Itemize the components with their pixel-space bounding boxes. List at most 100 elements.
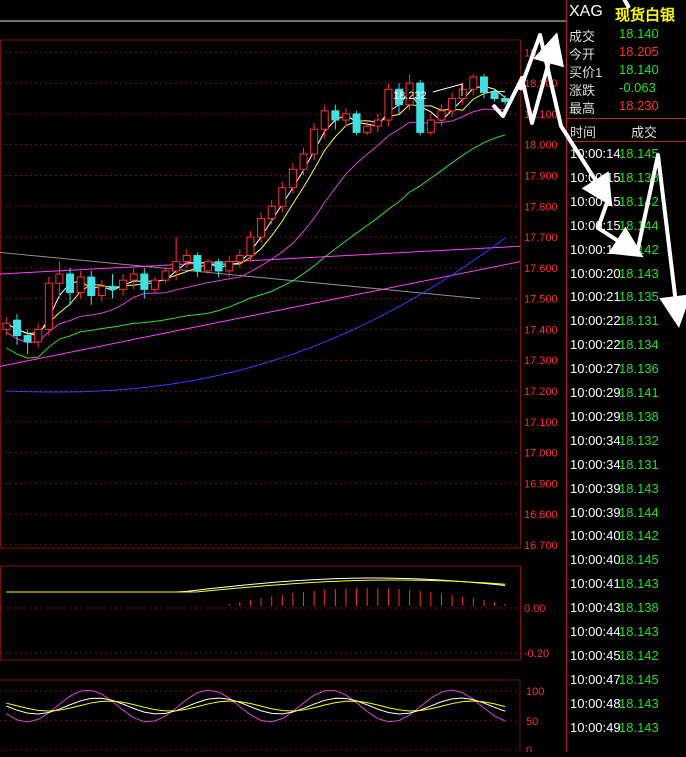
- tick-time: 10:00:41: [570, 576, 621, 592]
- tick-row[interactable]: 10:00:22 18.134: [567, 337, 686, 360]
- tick-row[interactable]: 10:00:43 18.138: [567, 600, 686, 623]
- tick-time: 10:00:21: [570, 289, 621, 305]
- tick-time: 10:00:47: [570, 671, 621, 687]
- tick-row[interactable]: 10:00:20 18.143: [567, 266, 686, 289]
- tick-price: 18.143: [619, 624, 659, 639]
- price-tick-label: 18.300: [524, 47, 558, 59]
- candle-body: [479, 76, 488, 93]
- tick-price: 18.143: [619, 719, 659, 735]
- tick-row[interactable]: 10:00:34 18.132: [567, 433, 686, 456]
- candle-body: [55, 273, 64, 284]
- tick-price: 18.142: [619, 647, 659, 663]
- tick-row[interactable]: 10:00:34 18.131: [567, 457, 686, 480]
- price-tick-label: 17.600: [524, 263, 558, 275]
- tick-row[interactable]: 10:00:27 18.136: [567, 361, 686, 384]
- price-tick-label: 16.800: [524, 509, 558, 521]
- quote-row: 最高 18.230: [567, 98, 686, 116]
- macd-tick-label: 0.00: [524, 603, 545, 615]
- candle-body: [426, 119, 435, 133]
- quote-value: 18.140: [619, 62, 659, 77]
- ma20-line: [6, 108, 506, 344]
- high-price-label: 18.232: [393, 90, 427, 102]
- tick-price: 18.143: [619, 695, 659, 711]
- tick-row[interactable]: 10:00:48 18.143: [567, 696, 686, 719]
- candle-body: [193, 255, 202, 272]
- quote-label: 今开: [569, 47, 596, 62]
- tick-time: 10:00:15: [570, 217, 621, 233]
- tick-row[interactable]: 10:00:29 18.141: [567, 385, 686, 408]
- kline-chart[interactable]: 18.300 18.200 18.100 18.000 17.900 17.800 17.7…: [0, 0, 566, 757]
- quote-label: 成交: [569, 29, 596, 44]
- tick-price: 18.141: [619, 385, 659, 400]
- tick-row[interactable]: 10:00:39 18.143: [567, 481, 686, 504]
- quote-label: 涨跌: [569, 83, 596, 98]
- price-tick-label: 17.500: [524, 294, 558, 306]
- candle-body: [458, 88, 467, 99]
- tick-header-price: 成交: [631, 125, 658, 140]
- candle-body: [437, 110, 446, 121]
- tick-row[interactable]: 10:00:44 18.143: [567, 624, 686, 647]
- tick-price: 18.138: [619, 600, 659, 616]
- high-marker-line: [432, 83, 463, 96]
- price-tick-label: 17.300: [524, 355, 558, 367]
- tick-price: 18.143: [619, 576, 659, 592]
- tick-row[interactable]: 10:00:40 18.142: [567, 528, 686, 551]
- candle-body: [23, 335, 32, 343]
- tick-row[interactable]: 10:00:15 18.138: [567, 170, 686, 193]
- price-tick-label: 17.900: [524, 170, 558, 182]
- candle-body: [225, 261, 234, 272]
- tick-time: 10:00:14: [570, 146, 621, 161]
- candle-body: [352, 113, 361, 133]
- tick-price: 18.144: [619, 217, 659, 233]
- chart-canvas[interactable]: 18.300 18.200 18.100 18.000 17.900 17.800 17.7…: [0, 0, 566, 757]
- tick-time: 10:00:17: [570, 241, 621, 257]
- candle-body: [363, 125, 372, 133]
- tick-time: 10:00:45: [570, 647, 621, 663]
- tick-time: 10:00:40: [570, 552, 621, 568]
- candle-body: [288, 168, 297, 189]
- candle-body: [2, 322, 11, 330]
- candle-body: [172, 261, 181, 272]
- tick-row[interactable]: 10:00:45 18.142: [567, 648, 686, 671]
- tick-price: 18.145: [619, 552, 659, 568]
- tick-price: 18.135: [619, 289, 659, 305]
- tick-time: 10:00:39: [570, 504, 621, 520]
- tick-row[interactable]: 10:00:29 18.138: [567, 409, 686, 432]
- tick-row[interactable]: 10:00:21 18.135: [567, 289, 686, 312]
- tick-row[interactable]: 10:00:15 18.142: [567, 194, 686, 217]
- quote-value: 18.230: [619, 98, 659, 113]
- candle-body: [384, 88, 393, 121]
- tick-row[interactable]: 10:00:41 18.143: [567, 576, 686, 599]
- tick-time: 10:00:48: [570, 695, 621, 711]
- tick-row[interactable]: 10:00:49 18.143: [567, 720, 686, 743]
- quote-label: 最高: [569, 101, 596, 116]
- tick-time: 10:00:22: [570, 337, 621, 353]
- quote-row: 买价1 18.140: [567, 62, 686, 80]
- tick-price: 18.144: [619, 504, 659, 520]
- candle-body: [331, 110, 340, 121]
- tick-row[interactable]: 10:00:17 18.142: [567, 242, 686, 265]
- candle-body: [66, 273, 75, 293]
- price-tick-label: 18.100: [524, 109, 558, 121]
- symbol-code: XAG: [569, 3, 603, 20]
- tick-price: 18.143: [619, 265, 659, 281]
- tick-row[interactable]: 10:00:14 18.145: [567, 146, 686, 169]
- tick-time: 10:00:29: [570, 385, 621, 400]
- candle-body: [161, 270, 170, 281]
- candle-body: [204, 261, 212, 272]
- tick-row[interactable]: 10:00:39 18.144: [567, 505, 686, 528]
- tick-row[interactable]: 10:00:47 18.145: [567, 672, 686, 695]
- quote-label: 买价1: [569, 65, 603, 80]
- tick-time: 10:00:44: [570, 624, 621, 639]
- quote-value: 18.140: [619, 26, 659, 41]
- tick-time: 10:00:15: [570, 193, 621, 209]
- tick-row[interactable]: 10:00:15 18.144: [567, 218, 686, 241]
- price-tick-label: 17.000: [524, 448, 558, 460]
- candle-body: [235, 255, 244, 263]
- kdj-tick-label: 0: [526, 745, 532, 752]
- candle-body: [34, 328, 43, 343]
- candle-body: [140, 273, 149, 290]
- candle-body: [257, 218, 266, 238]
- tick-row[interactable]: 10:00:22 18.131: [567, 313, 686, 336]
- tick-row[interactable]: 10:00:40 18.145: [567, 552, 686, 575]
